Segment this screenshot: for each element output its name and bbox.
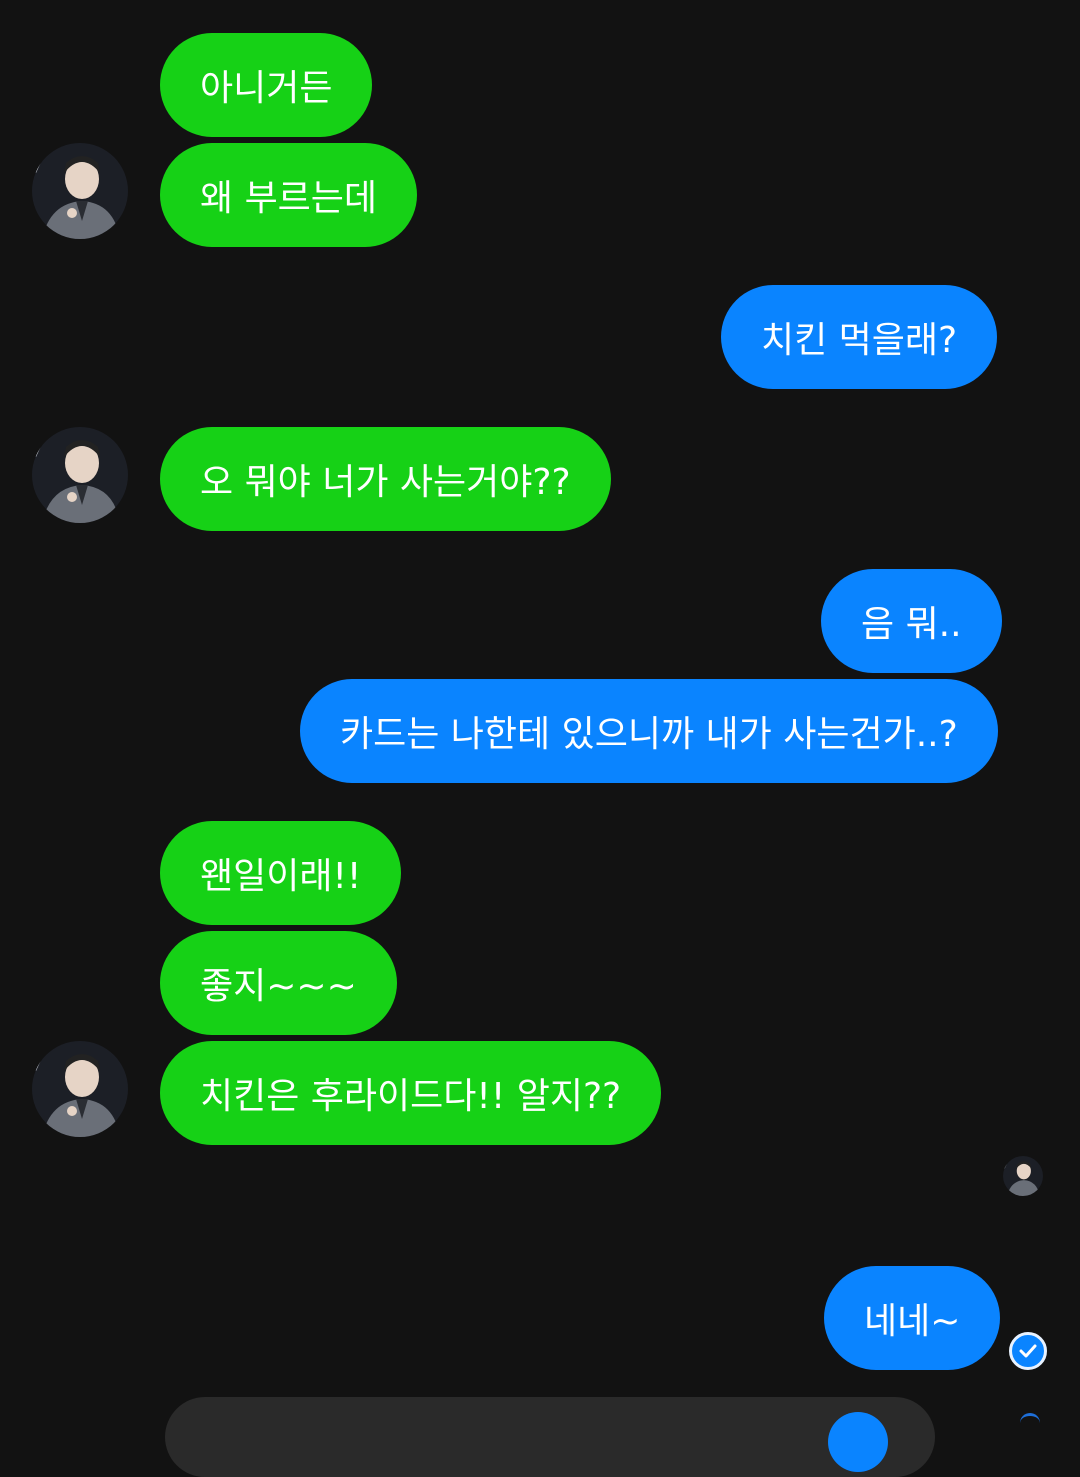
message-bubble-incoming[interactable]: 왠일이래!! (160, 821, 402, 925)
message-bubble-incoming[interactable]: 오 뭐야 너가 사는거야?? (160, 427, 611, 531)
message-composer[interactable] (165, 1397, 935, 1477)
message-bubble-outgoing[interactable]: 음 뭐.. (821, 569, 1002, 673)
partial-icon (1020, 1413, 1040, 1426)
avatar-photo-icon (32, 143, 128, 239)
message-bubble-outgoing[interactable]: 치킨 먹을래? (721, 285, 998, 389)
composer-action-button[interactable] (828, 1412, 888, 1472)
contact-avatar[interactable] (32, 143, 128, 239)
contact-avatar[interactable] (32, 427, 128, 523)
avatar-photo-icon (32, 1041, 128, 1137)
seen-indicator-avatar (1003, 1156, 1043, 1196)
message-bubble-incoming[interactable]: 아니거든 (160, 33, 373, 137)
avatar-thumbnail-icon (1003, 1156, 1043, 1196)
check-circle-icon (1009, 1332, 1047, 1370)
message-bubble-outgoing[interactable]: 네네~ (824, 1266, 1001, 1370)
message-bubble-incoming[interactable]: 왜 부르는데 (160, 143, 418, 247)
contact-avatar[interactable] (32, 1041, 128, 1137)
avatar-photo-icon (32, 427, 128, 523)
message-bubble-outgoing[interactable]: 카드는 나한테 있으니까 내가 사는건가..? (300, 679, 998, 783)
message-bubble-incoming[interactable]: 좋지~~~ (160, 931, 397, 1035)
message-bubble-incoming[interactable]: 치킨은 후라이드다!! 알지?? (160, 1041, 662, 1145)
